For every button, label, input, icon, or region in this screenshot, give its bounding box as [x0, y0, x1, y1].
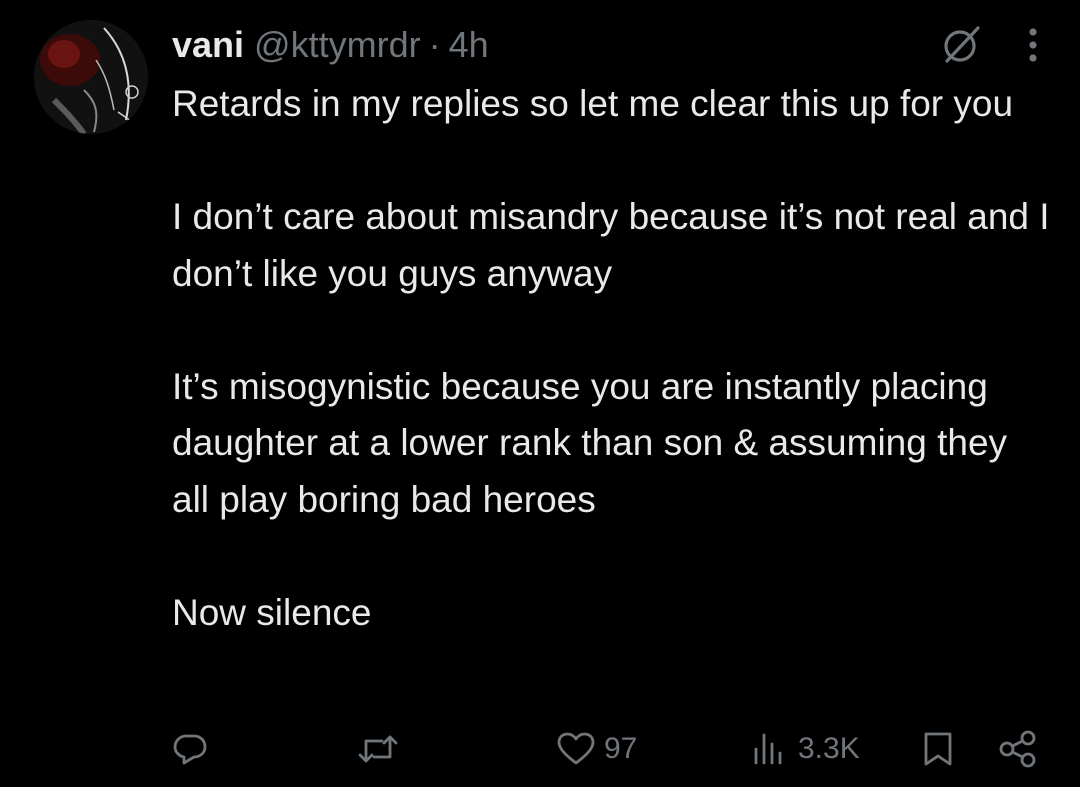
timestamp[interactable]: 4h [449, 24, 489, 66]
repost-button[interactable] [358, 727, 406, 771]
display-name[interactable]: vani [172, 24, 244, 66]
reply-button[interactable] [172, 727, 216, 771]
views-count: 3.3K [798, 732, 860, 765]
tweet-paragraph: Retards in my replies so let me clear th… [172, 83, 1014, 124]
slashed-circle-icon[interactable] [938, 21, 986, 69]
user-handle[interactable]: @kttymrdr [254, 24, 421, 66]
heart-icon [556, 731, 596, 767]
bookmark-icon [920, 730, 956, 768]
avatar[interactable] [34, 20, 148, 134]
tweet: vani @kttymrdr · 4h Retards in my replie… [0, 0, 1080, 787]
reply-icon [172, 731, 208, 767]
views-icon [750, 731, 790, 767]
views-button[interactable]: 3.3K [750, 727, 860, 771]
like-button[interactable]: 97 [556, 727, 637, 771]
tweet-paragraph: Now silence [172, 591, 372, 633]
share-icon [998, 729, 1038, 769]
header-actions [938, 22, 1040, 68]
like-count: 97 [604, 732, 638, 765]
bookmark-button[interactable] [920, 727, 956, 771]
more-vertical-icon[interactable] [1026, 25, 1040, 65]
share-button[interactable] [998, 727, 1038, 771]
tweet-body: Retards in my replies so let me clear th… [172, 76, 1052, 641]
repost-icon [358, 731, 398, 767]
tweet-actions: 97 3.3K [172, 727, 1048, 771]
separator-dot: · [428, 24, 441, 65]
tweet-header: vani @kttymrdr · 4h [172, 22, 489, 68]
tweet-paragraph: I don’t care about misandry because it’s… [172, 196, 1050, 294]
tweet-paragraph: It’s misogynistic because you are instan… [172, 365, 1008, 520]
